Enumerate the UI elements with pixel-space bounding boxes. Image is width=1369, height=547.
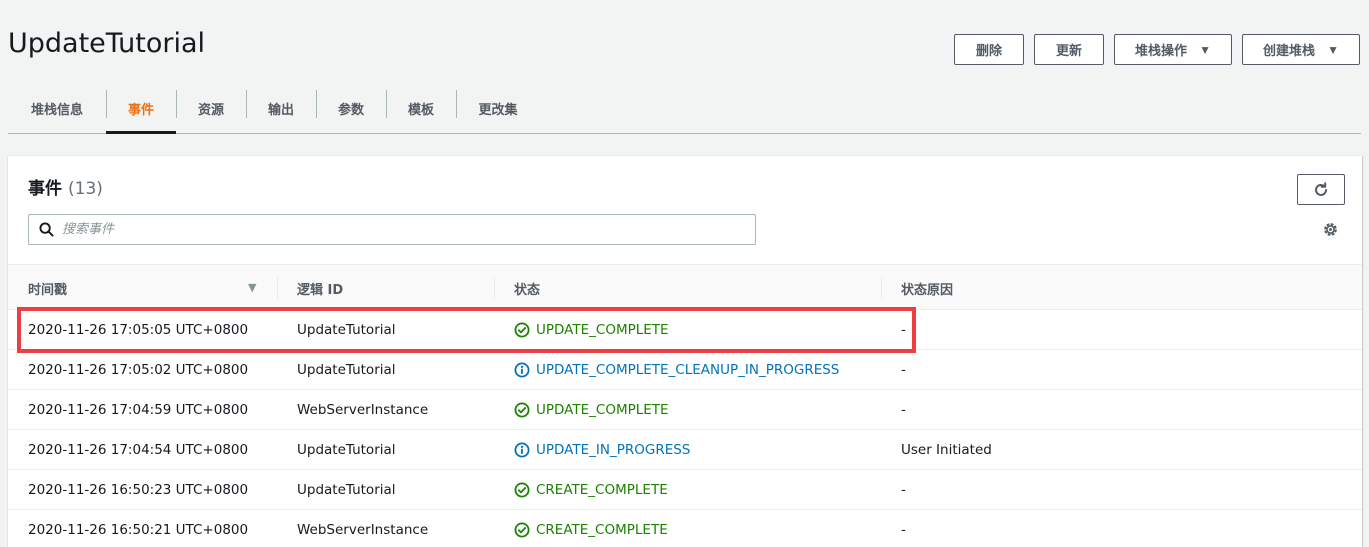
events-panel-header: 事件 (13) xyxy=(28,174,103,199)
table-row[interactable]: 2020-11-26 17:05:02 UTC+0800 UpdateTutor… xyxy=(8,350,1362,390)
cell-status: CREATE_COMPLETE xyxy=(514,510,668,547)
delete-button-label: 删除 xyxy=(975,43,1002,58)
status-text: UPDATE_IN_PROGRESS xyxy=(536,442,691,458)
cell-logical-id: WebServerInstance xyxy=(297,402,429,418)
status-text: UPDATE_COMPLETE_CLEANUP_IN_PROGRESS xyxy=(536,362,840,378)
page-title: UpdateTutorial xyxy=(8,28,206,59)
cell-status-reason: - xyxy=(901,482,906,498)
events-table: 时间戳 ▼ 逻辑 ID 状态 状态原因 2020-11-26 17:05:05 … xyxy=(8,264,1362,547)
tab-label: 事件 xyxy=(127,103,154,118)
stack-tabs: 堆栈信息 事件 资源 输出 参数 模板 更改集 xyxy=(8,84,1361,134)
cell-timestamp: 2020-11-26 16:50:23 UTC+0800 xyxy=(28,482,249,498)
column-header-logical-id[interactable]: 逻辑 ID xyxy=(297,265,343,311)
update-button-label: 更新 xyxy=(1055,43,1082,58)
cell-status-reason: - xyxy=(901,322,906,338)
check-circle-icon xyxy=(514,482,530,498)
tab-parameters[interactable]: 参数 xyxy=(316,84,386,133)
table-row[interactable]: 2020-11-26 17:05:05 UTC+0800 UpdateTutor… xyxy=(8,310,1362,350)
info-circle-icon xyxy=(514,442,530,458)
cell-logical-id: UpdateTutorial xyxy=(297,362,396,378)
header-actions: 删除 更新 堆栈操作 ▼ 创建堆栈 ▼ xyxy=(954,34,1360,65)
cell-status: CREATE_COMPLETE xyxy=(514,470,668,510)
check-circle-icon xyxy=(514,402,530,418)
tab-label: 输出 xyxy=(267,103,294,118)
column-label: 逻辑 ID xyxy=(297,282,344,298)
cell-status-reason: - xyxy=(901,522,906,538)
cell-status-reason: - xyxy=(901,402,906,418)
column-header-status[interactable]: 状态 xyxy=(514,265,540,311)
caret-down-icon: ▼ xyxy=(1327,42,1339,57)
cell-timestamp: 2020-11-26 17:05:05 UTC+0800 xyxy=(28,322,249,338)
column-label: 状态原因 xyxy=(901,282,954,298)
cell-logical-id: UpdateTutorial xyxy=(297,442,396,458)
cell-timestamp: 2020-11-26 17:04:54 UTC+0800 xyxy=(28,442,249,458)
create-stack-label: 创建堆栈 xyxy=(1263,43,1316,58)
caret-down-icon: ▼ xyxy=(1199,42,1211,57)
search-field[interactable] xyxy=(28,214,756,245)
status-text: CREATE_COMPLETE xyxy=(536,522,668,538)
check-circle-icon xyxy=(514,522,530,538)
column-label: 时间戳 xyxy=(28,282,68,298)
status-text: UPDATE_COMPLETE xyxy=(536,322,669,338)
cell-status: UPDATE_COMPLETE_CLEANUP_IN_PROGRESS xyxy=(514,350,839,390)
table-header: 时间戳 ▼ 逻辑 ID 状态 状态原因 xyxy=(8,264,1362,310)
refresh-button[interactable] xyxy=(1297,174,1345,205)
tab-stack-info[interactable]: 堆栈信息 xyxy=(8,84,106,133)
cell-timestamp: 2020-11-26 17:04:59 UTC+0800 xyxy=(28,402,249,418)
cell-status-reason: User Initiated xyxy=(901,442,992,458)
cell-timestamp: 2020-11-26 16:50:21 UTC+0800 xyxy=(28,522,249,538)
cell-status: UPDATE_IN_PROGRESS xyxy=(514,430,690,470)
column-label: 状态 xyxy=(514,282,541,298)
tab-label: 参数 xyxy=(337,103,364,118)
table-row[interactable]: 2020-11-26 16:50:21 UTC+0800 WebServerIn… xyxy=(8,510,1362,547)
tab-outputs[interactable]: 输出 xyxy=(246,84,316,133)
cell-timestamp: 2020-11-26 17:05:02 UTC+0800 xyxy=(28,362,249,378)
status-text: UPDATE_COMPLETE xyxy=(536,402,669,418)
cell-status-reason: - xyxy=(901,362,906,378)
cell-logical-id: UpdateTutorial xyxy=(297,322,396,338)
column-divider xyxy=(277,277,278,299)
refresh-icon xyxy=(1315,181,1327,196)
column-header-timestamp[interactable]: 时间戳 xyxy=(28,265,67,311)
tab-label: 资源 xyxy=(197,103,224,118)
tab-resources[interactable]: 资源 xyxy=(176,84,246,133)
table-row[interactable]: 2020-11-26 16:50:23 UTC+0800 UpdateTutor… xyxy=(8,470,1362,510)
events-count: (13) xyxy=(68,179,103,199)
search-icon xyxy=(39,222,54,237)
column-divider xyxy=(881,277,882,299)
column-divider xyxy=(494,277,495,299)
table-row[interactable]: 2020-11-26 17:04:54 UTC+0800 UpdateTutor… xyxy=(8,430,1362,470)
cell-status: UPDATE_COMPLETE xyxy=(514,310,669,350)
events-panel: 事件 (13) 时间戳 ▼ 逻辑 ID 状态 状态原因 xyxy=(8,155,1362,547)
tab-change-sets[interactable]: 更改集 xyxy=(456,84,540,133)
tab-label: 模板 xyxy=(407,103,434,118)
cell-logical-id: WebServerInstance xyxy=(297,522,429,538)
search-input[interactable] xyxy=(62,222,742,237)
table-preferences-button[interactable] xyxy=(1320,219,1340,239)
create-stack-button[interactable]: 创建堆栈 ▼ xyxy=(1242,34,1360,65)
check-circle-icon xyxy=(514,322,530,338)
gear-icon xyxy=(1323,222,1337,236)
stack-actions-button[interactable]: 堆栈操作 ▼ xyxy=(1114,34,1232,65)
cell-logical-id: UpdateTutorial xyxy=(297,482,396,498)
status-text: CREATE_COMPLETE xyxy=(536,482,668,498)
stack-actions-label: 堆栈操作 xyxy=(1135,43,1188,58)
table-row[interactable]: 2020-11-26 17:04:59 UTC+0800 WebServerIn… xyxy=(8,390,1362,430)
update-button[interactable]: 更新 xyxy=(1034,34,1104,65)
delete-button[interactable]: 删除 xyxy=(954,34,1024,65)
tab-label: 堆栈信息 xyxy=(30,103,83,118)
tab-template[interactable]: 模板 xyxy=(386,84,456,133)
cell-status: UPDATE_COMPLETE xyxy=(514,390,669,430)
tab-label: 更改集 xyxy=(478,103,518,118)
events-panel-title: 事件 xyxy=(28,179,62,199)
tab-events[interactable]: 事件 xyxy=(106,84,176,134)
info-circle-icon xyxy=(514,362,530,378)
column-header-status-reason[interactable]: 状态原因 xyxy=(901,265,953,311)
sort-caret-down-icon[interactable]: ▼ xyxy=(248,281,256,294)
